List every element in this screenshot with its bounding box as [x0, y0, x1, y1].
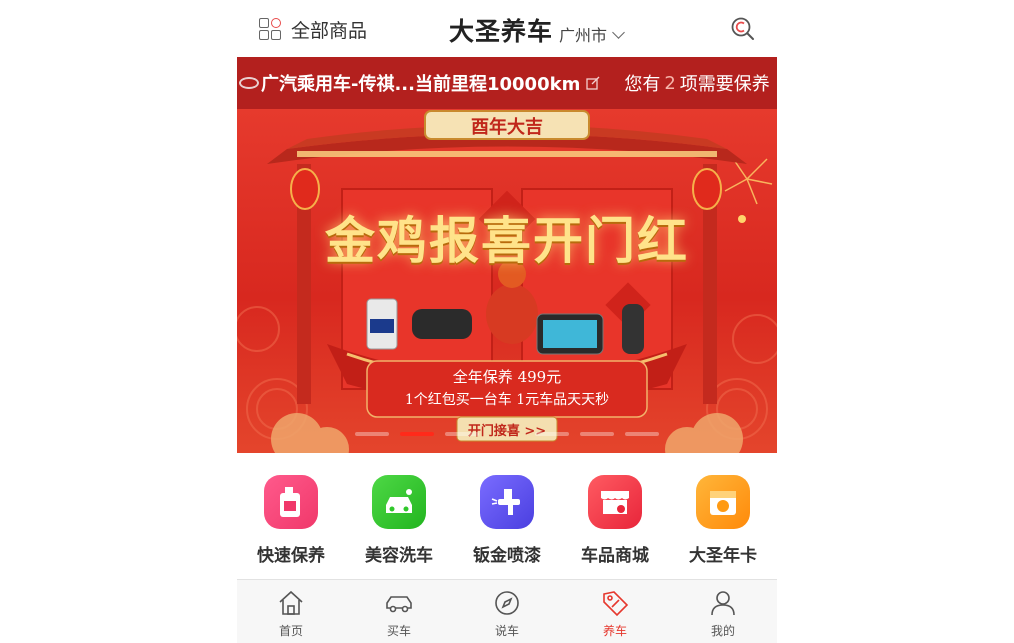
app-screen: 全部商品 大圣养车 广州市 广汽乘用车-传祺...当前里程10000km 您有 … — [237, 0, 777, 643]
tab-label: 说车 — [494, 624, 519, 638]
carousel-dot[interactable] — [535, 432, 569, 436]
category-grid-icon — [259, 18, 281, 40]
carousel-dot[interactable] — [355, 432, 389, 436]
maintenance-count: 2 — [664, 72, 676, 94]
shortcut-store[interactable]: 车品商城 — [561, 453, 669, 579]
compass-icon — [495, 591, 519, 615]
tab-home[interactable]: 首页 — [237, 580, 345, 643]
city-selector[interactable]: 广州市 — [559, 22, 625, 46]
shortcut-label: 美容洗车 — [365, 546, 433, 566]
home-icon — [279, 590, 303, 615]
car-info-text: 广汽乘用车-传祺...当前里程10000km — [261, 74, 581, 95]
banner-headline: 金鸡报喜开门红 — [325, 211, 689, 270]
service-shortcuts: 快速保养 美容洗车 钣金喷漆 车品商城 大圣年卡 — [237, 453, 777, 579]
shortcut-paint[interactable]: 钣金喷漆 — [453, 453, 561, 579]
carousel-dot[interactable] — [625, 432, 659, 436]
edit-icon[interactable] — [586, 76, 600, 90]
shortcut-car-wash[interactable]: 美容洗车 — [345, 453, 453, 579]
car-brand-logo-icon — [239, 77, 259, 89]
banner-line-1: 全年保养 499元 — [452, 368, 562, 386]
shortcut-label: 大圣年卡 — [689, 546, 757, 566]
promo-banner[interactable]: 酉年大吉 金鸡报喜开门红 全年保养 499元 1个红包买一台车 1元车品天天秒 … — [237, 109, 777, 453]
carousel-indicator — [237, 432, 777, 438]
banner-line-2: 1个红包买一台车 1元车品天天秒 — [404, 392, 610, 408]
city-label: 广州市 — [559, 26, 608, 45]
annual-card-icon — [696, 475, 750, 529]
spray-gun-icon — [480, 475, 534, 529]
tab-label: 我的 — [710, 624, 735, 638]
shortcut-label: 快速保养 — [257, 546, 325, 566]
top-header: 全部商品 大圣养车 广州市 — [237, 0, 777, 57]
shortcut-label: 车品商城 — [581, 546, 649, 566]
tab-label: 养车 — [602, 624, 627, 638]
shortcut-quick-maintenance[interactable]: 快速保养 — [237, 453, 345, 579]
all-goods-button[interactable]: 全部商品 — [259, 16, 367, 42]
shortcut-label: 钣金喷漆 — [473, 546, 541, 566]
chevron-down-icon — [612, 25, 625, 39]
carousel-dot-active[interactable] — [400, 432, 434, 436]
store-icon — [588, 475, 642, 529]
search-icon[interactable] — [730, 16, 756, 42]
tab-label: 买车 — [386, 624, 411, 638]
tag-icon — [603, 591, 629, 617]
maintenance-prefix: 您有 — [624, 74, 661, 95]
tab-talk-car[interactable]: 说车 — [453, 580, 561, 643]
tab-car-care[interactable]: 养车 — [561, 580, 669, 643]
user-icon — [711, 591, 735, 616]
bottom-tab-bar: 首页 买车 说车 养车 我的 — [237, 579, 777, 643]
all-goods-label: 全部商品 — [291, 19, 368, 42]
app-title: 大圣养车 — [449, 17, 554, 46]
oil-bottle-icon — [264, 475, 318, 529]
maintenance-suffix: 项需要保养 — [679, 74, 770, 95]
tab-mine[interactable]: 我的 — [669, 580, 777, 643]
shortcut-annual-card[interactable]: 大圣年卡 — [669, 453, 777, 579]
tab-buy-car[interactable]: 买车 — [345, 580, 453, 643]
banner-top-badge: 酉年大吉 — [471, 117, 543, 138]
car-icon — [386, 596, 412, 613]
carousel-dot[interactable] — [445, 432, 479, 436]
tab-label: 首页 — [278, 624, 303, 638]
my-car-bar[interactable]: 广汽乘用车-传祺...当前里程10000km 您有 2 项需要保养 — [237, 57, 777, 109]
carousel-dot[interactable] — [580, 432, 614, 436]
car-wash-icon — [372, 475, 426, 529]
